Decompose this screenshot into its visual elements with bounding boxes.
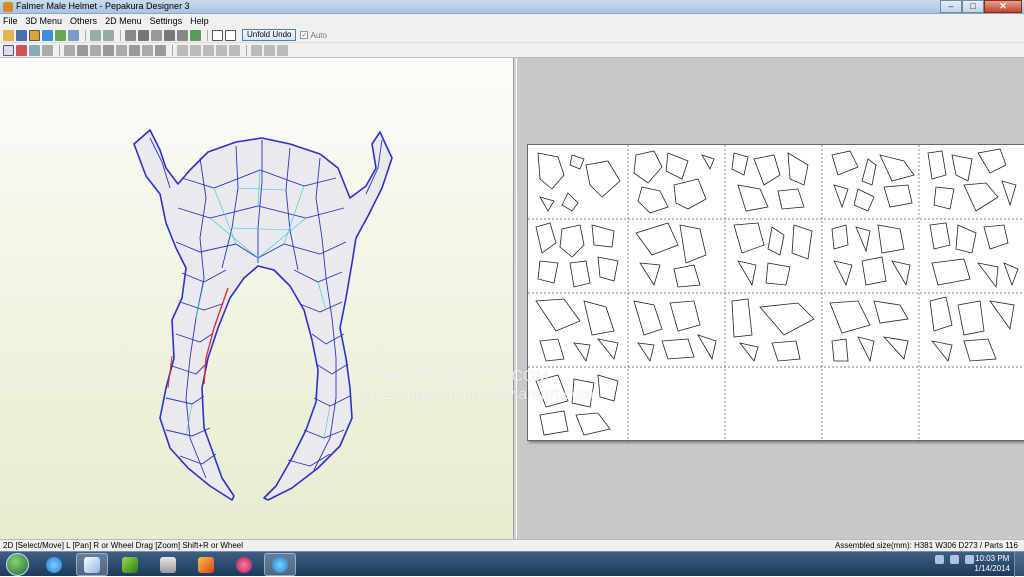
text-icon[interactable] — [116, 44, 127, 56]
split-icon[interactable] — [77, 44, 88, 56]
minimize-button[interactable]: – — [940, 0, 962, 13]
menu-settings[interactable]: Settings — [150, 16, 183, 26]
ie-icon — [272, 556, 288, 573]
pepakura-app-icon — [3, 2, 13, 12]
status-right: Assembled size(mm): H381 W306 D273 / Par… — [834, 541, 1018, 550]
status-left: 2D [Select/Move] L [Pan] R or Wheel Drag… — [3, 541, 244, 550]
unfold-undo-button[interactable]: Unfold Undo — [242, 29, 297, 41]
image-icon[interactable] — [129, 44, 140, 56]
taskbar-ie-2[interactable] — [264, 553, 296, 576]
align-bottom-icon[interactable] — [229, 44, 240, 56]
main-toolbar: Unfold Undo ✓ Auto — [0, 28, 1024, 43]
number-icon[interactable] — [155, 44, 166, 56]
align-top-icon[interactable] — [216, 44, 227, 56]
cut-icon[interactable] — [103, 44, 114, 56]
texture-icon[interactable] — [68, 29, 79, 41]
menu-file[interactable]: File — [3, 16, 18, 26]
watermark-line2: (c) ZombieGrimm.deviantart.com — [360, 386, 594, 403]
align-left-icon[interactable] — [177, 44, 188, 56]
secondary-toolbar — [0, 43, 1024, 58]
taskbar-ie[interactable] — [38, 553, 70, 576]
explorer-icon — [160, 556, 176, 573]
flag-icon[interactable] — [935, 555, 944, 564]
menu-others[interactable]: Others — [70, 16, 97, 26]
taskbar-explorer[interactable] — [152, 553, 184, 576]
clock[interactable]: 10:03 PM 1/14/2014 — [974, 554, 1010, 574]
model-icon[interactable] — [55, 29, 66, 41]
pencil-icon[interactable] — [125, 29, 136, 41]
align-right-icon[interactable] — [203, 44, 214, 56]
spore-icon — [122, 556, 138, 573]
menu-help[interactable]: Help — [190, 16, 209, 26]
title-bar: Falmer Male Helmet - Pepakura Designer 3… — [0, 0, 1024, 14]
taskbar: 10:03 PM 1/14/2014 — [0, 551, 1024, 577]
join-icon[interactable] — [16, 44, 27, 56]
move-icon[interactable] — [29, 44, 40, 56]
open-folder-icon[interactable] — [3, 29, 14, 41]
atom-icon — [236, 556, 252, 573]
fit-icon[interactable] — [277, 44, 288, 56]
zoom-in-icon[interactable] — [251, 44, 262, 56]
taskbar-paint[interactable] — [190, 553, 222, 576]
menu-3d[interactable]: 3D Menu — [26, 16, 63, 26]
clock-time: 10:03 PM — [975, 554, 1010, 563]
window-icon[interactable] — [212, 29, 223, 41]
ie-icon — [46, 556, 62, 573]
flap-icon[interactable] — [64, 44, 75, 56]
watermark: WWW.DEVIANTART.COM (c) ZombieGrimm.devia… — [360, 368, 594, 404]
paper-sheet — [527, 144, 1024, 442]
status-bar: 2D [Select/Move] L [Pan] R or Wheel Drag… — [0, 539, 1024, 551]
menu-bar: File 3D Menu Others 2D Menu Settings Hel… — [0, 14, 1024, 28]
helmet-3d-model — [133, 129, 393, 501]
unfolded-parts-layout — [528, 145, 1024, 442]
save-icon[interactable] — [16, 29, 27, 41]
clock-date: 1/14/2014 — [974, 564, 1010, 573]
color-icon[interactable] — [190, 29, 201, 41]
3d-view-pane[interactable] — [0, 58, 513, 539]
show-desktop-button[interactable] — [1014, 552, 1024, 577]
line-icon[interactable] — [142, 44, 153, 56]
close-button[interactable]: ✕ — [984, 0, 1022, 13]
checkbox-check-icon: ✓ — [300, 31, 309, 39]
cube-icon[interactable] — [138, 29, 149, 41]
auto-label: Auto — [310, 30, 327, 40]
align-center-icon[interactable] — [190, 44, 201, 56]
menu-2d[interactable]: 2D Menu — [105, 16, 142, 26]
light-bulb-icon[interactable] — [29, 29, 40, 41]
maximize-button[interactable]: □ — [962, 0, 984, 13]
pepakura-icon — [84, 556, 100, 573]
watermark-line1: WWW.DEVIANTART.COM — [360, 368, 549, 385]
2d-view-pane[interactable] — [517, 58, 1024, 539]
network-icon[interactable] — [950, 555, 959, 564]
undo-icon[interactable] — [90, 29, 101, 41]
window-split-icon[interactable] — [225, 29, 236, 41]
taskbar-atom[interactable] — [228, 553, 260, 576]
auto-checkbox[interactable]: ✓ Auto — [300, 30, 327, 40]
tab-icon[interactable] — [151, 29, 162, 41]
rotate-icon[interactable] — [164, 29, 175, 41]
system-tray — [935, 555, 974, 564]
volume-icon[interactable] — [965, 555, 974, 564]
redo-icon[interactable] — [103, 29, 114, 41]
zoom-out-icon[interactable] — [264, 44, 275, 56]
view-3d-icon[interactable] — [42, 29, 53, 41]
fold-icon[interactable] — [90, 44, 101, 56]
window-title: Falmer Male Helmet - Pepakura Designer 3 — [16, 1, 190, 11]
taskbar-pepakura[interactable] — [76, 553, 108, 576]
taskbar-spore[interactable] — [114, 553, 146, 576]
start-button[interactable] — [6, 553, 29, 576]
rotate-part-icon[interactable] — [42, 44, 53, 56]
select-icon[interactable] — [3, 44, 14, 56]
paint-icon — [198, 556, 214, 573]
edge-icon[interactable] — [177, 29, 188, 41]
